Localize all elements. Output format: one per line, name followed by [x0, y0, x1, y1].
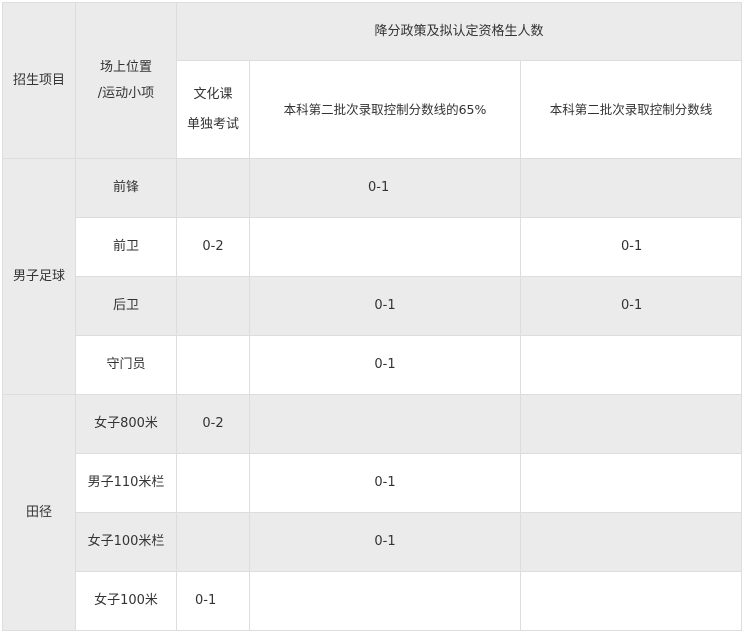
row-line: [520, 335, 742, 395]
row-position: 前卫: [75, 217, 177, 277]
row-pct65: [249, 394, 521, 454]
row-culture: 0-2: [176, 394, 250, 454]
header-group: 降分政策及拟认定资格生人数: [176, 2, 742, 61]
row-pct65: 0-1: [249, 158, 521, 218]
row-position: 后卫: [75, 276, 177, 336]
header-pct65: 本科第二批次录取控制分数线的65%: [249, 60, 521, 159]
group-athletics: 田径: [2, 394, 76, 631]
row-line: 0-1: [520, 217, 742, 277]
row-line: [520, 453, 742, 513]
row-line: 0-1: [520, 276, 742, 336]
header-position: 场上位置 /运动小项: [75, 2, 177, 159]
row-position: 女子100米: [75, 571, 177, 631]
header-project: 招生项目: [2, 2, 76, 159]
row-culture: [176, 512, 250, 572]
admission-table: 招生项目 场上位置 /运动小项 降分政策及拟认定资格生人数 文化课 单独考试 本…: [2, 2, 742, 631]
header-line: 本科第二批次录取控制分数线: [520, 60, 742, 159]
row-culture: [176, 276, 250, 336]
header-culture-line2: 单独考试: [186, 116, 239, 132]
row-culture: 0-1: [176, 571, 250, 631]
row-pct65: 0-1: [249, 453, 521, 513]
header-position-line2: /运动小项: [97, 85, 155, 101]
header-position-line1: 场上位置: [99, 59, 152, 75]
row-culture: [176, 158, 250, 218]
row-position: 女子800米: [75, 394, 177, 454]
row-pct65: [249, 571, 521, 631]
row-line: [520, 512, 742, 572]
row-line: [520, 158, 742, 218]
header-culture-line1: 文化课: [193, 86, 233, 102]
row-pct65: 0-1: [249, 276, 521, 336]
header-culture: 文化课 单独考试: [176, 60, 250, 159]
row-line: [520, 571, 742, 631]
row-culture: [176, 335, 250, 395]
row-line: [520, 394, 742, 454]
group-football: 男子足球: [2, 158, 76, 395]
row-culture: 0-2: [176, 217, 250, 277]
row-pct65: [249, 217, 521, 277]
row-pct65: 0-1: [249, 512, 521, 572]
row-position: 男子110米栏: [75, 453, 177, 513]
row-culture: [176, 453, 250, 513]
row-pct65: 0-1: [249, 335, 521, 395]
row-position: 女子100米栏: [75, 512, 177, 572]
row-position: 前锋: [75, 158, 177, 218]
row-position: 守门员: [75, 335, 177, 395]
